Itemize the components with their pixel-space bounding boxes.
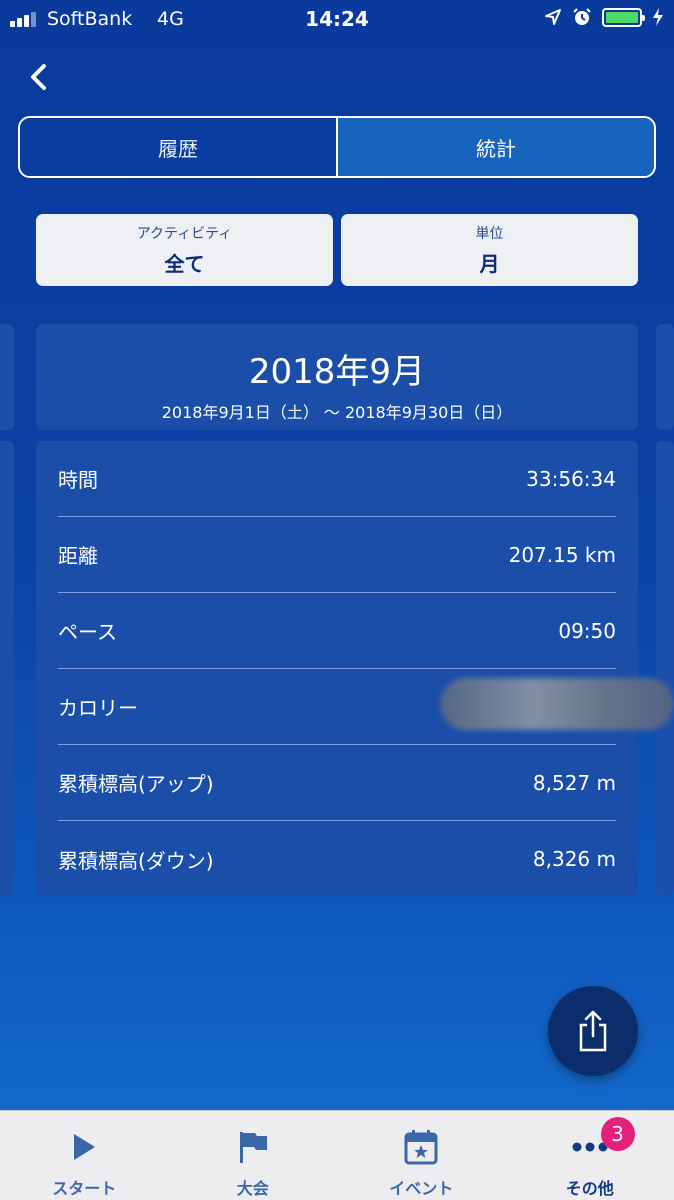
unit-filter-button[interactable]: 単位 月 xyxy=(341,214,638,286)
tab-history[interactable]: 履歴 xyxy=(20,118,338,176)
stat-label: 時間 xyxy=(58,468,98,492)
period-card: 2018年9月 2018年9月1日（土） 〜 2018年9月30日（日） xyxy=(36,324,638,430)
history-stats-segmented-control: 履歴 統計 xyxy=(18,116,656,178)
unit-filter-caption: 単位 xyxy=(475,226,504,242)
stat-row-elevation-gain: 累積標高(アップ) 8,527 m xyxy=(58,745,616,821)
stat-value: 207.15 km xyxy=(508,542,616,567)
stat-label: 累積標高(ダウン) xyxy=(58,848,214,873)
stat-label: 距離 xyxy=(58,544,98,568)
chevron-left-icon xyxy=(31,64,46,90)
unit-filter-value: 月 xyxy=(479,252,500,276)
play-icon xyxy=(74,1134,96,1160)
share-button[interactable] xyxy=(548,986,638,1076)
charging-bolt-icon xyxy=(653,8,663,26)
activity-filter-value: 全て xyxy=(164,252,205,276)
alarm-icon xyxy=(573,8,591,25)
period-date-range: 2018年9月1日（土） 〜 2018年9月30日（日） xyxy=(161,403,513,422)
stat-row-distance: 距離 207.15 km xyxy=(58,517,616,593)
next-period-card[interactable] xyxy=(656,324,674,430)
calendar-star-icon xyxy=(404,1130,438,1165)
tab-events[interactable]: イベント xyxy=(337,1111,506,1200)
stat-row-time: 時間 33:56:34 xyxy=(58,441,616,517)
back-button[interactable] xyxy=(22,60,56,94)
tab-stats[interactable]: 統計 xyxy=(338,118,654,176)
more-dots-icon xyxy=(572,1142,608,1152)
period-title: 2018年9月 xyxy=(248,352,426,392)
tab-start[interactable]: スタート xyxy=(0,1111,169,1200)
stats-card: 時間 33:56:34 距離 207.15 km ペース 09:50 カロリー … xyxy=(36,441,638,895)
stat-value: 33:56:34 xyxy=(526,466,616,491)
stat-label: カロリー xyxy=(58,696,138,720)
tab-label: イベント xyxy=(389,1179,454,1198)
status-bar: SoftBank 4G 14:24 xyxy=(0,0,674,38)
tab-races[interactable]: 大会 xyxy=(169,1111,338,1200)
previous-stats-card[interactable] xyxy=(0,441,14,895)
stat-row-pace: ペース 09:50 xyxy=(58,593,616,669)
stat-label: 累積標高(アップ) xyxy=(58,772,214,796)
activity-filter-caption: アクティビティ xyxy=(136,226,233,242)
stat-label: ペース xyxy=(58,620,117,644)
tab-label: 大会 xyxy=(236,1179,269,1198)
bottom-tab-bar: スタート 大会 イベント その他 3 xyxy=(0,1110,674,1200)
stat-value: 8,527 m xyxy=(532,770,616,795)
notification-badge: 3 xyxy=(600,1117,635,1151)
stat-value: 09:50 xyxy=(558,618,616,643)
next-stats-card[interactable] xyxy=(656,441,674,895)
tab-label: その他 xyxy=(565,1179,614,1198)
tab-label: スタート xyxy=(52,1179,117,1198)
activity-filter-button[interactable]: アクティビティ 全て xyxy=(36,214,333,286)
tab-more[interactable]: その他 3 xyxy=(506,1111,674,1200)
stat-value: 8,326 m xyxy=(532,847,616,871)
share-icon xyxy=(579,1010,607,1052)
location-arrow-icon xyxy=(545,9,561,25)
stat-row-elevation-loss: 累積標高(ダウン) 8,326 m xyxy=(58,821,616,897)
flag-icon xyxy=(239,1132,267,1163)
redacted-calorie-value xyxy=(440,678,674,730)
previous-period-card[interactable] xyxy=(0,324,14,430)
battery-icon xyxy=(602,7,645,27)
